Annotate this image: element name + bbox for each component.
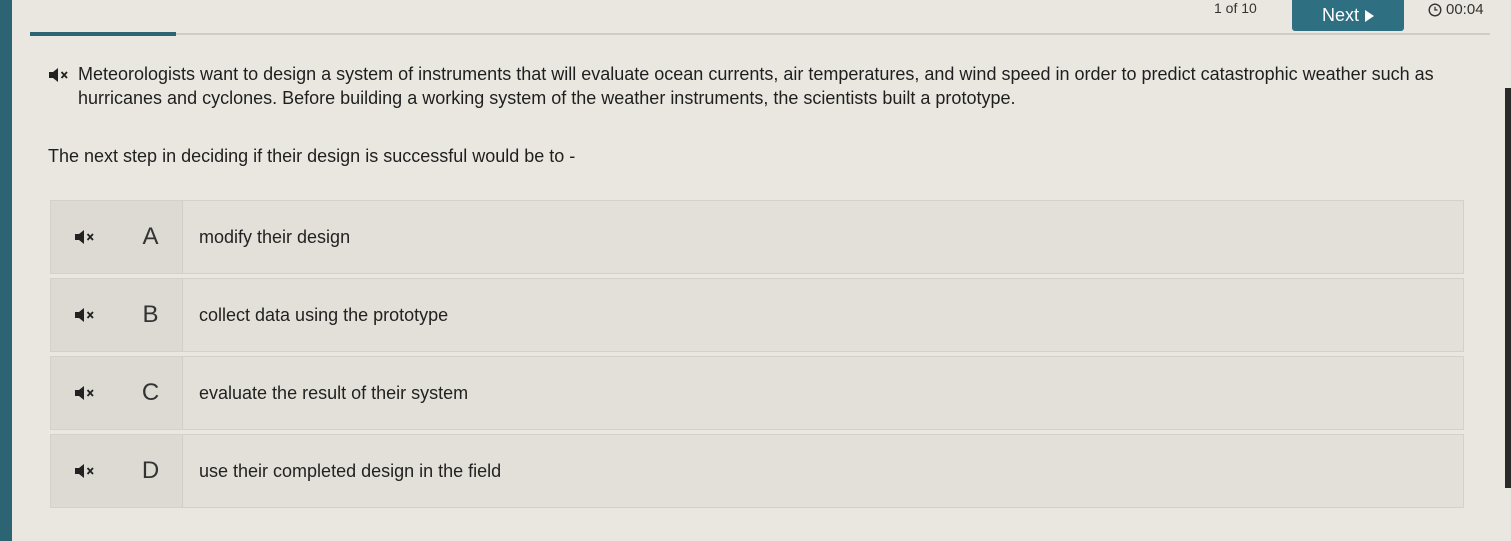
answer-speaker-cell[interactable] bbox=[51, 279, 119, 351]
right-edge-stripe bbox=[1505, 88, 1511, 488]
top-bar: 1 of 10 Next 00:04 bbox=[0, 0, 1511, 40]
answer-list: A modify their design B collect data usi… bbox=[50, 200, 1464, 512]
play-triangle-icon bbox=[1365, 9, 1374, 22]
speaker-muted-icon[interactable] bbox=[74, 307, 96, 323]
timer: 00:04 bbox=[1428, 1, 1484, 18]
answer-option-c[interactable]: C evaluate the result of their system bbox=[50, 356, 1464, 430]
speaker-muted-icon[interactable] bbox=[74, 463, 96, 479]
question-text: Meteorologists want to design a system o… bbox=[78, 64, 1434, 108]
answer-text: evaluate the result of their system bbox=[199, 382, 469, 403]
answer-text: use their completed design in the field bbox=[199, 460, 502, 481]
next-button-label: Next bbox=[1321, 5, 1359, 25]
answer-speaker-cell[interactable] bbox=[51, 435, 119, 507]
answer-option-a[interactable]: A modify their design bbox=[50, 200, 1464, 274]
left-edge-stripe bbox=[0, 0, 12, 541]
speaker-muted-icon[interactable] bbox=[74, 229, 96, 245]
speaker-muted-icon[interactable] bbox=[74, 385, 96, 401]
answer-letter: B bbox=[119, 279, 183, 351]
answer-letter: A bbox=[119, 201, 183, 273]
answer-speaker-cell[interactable] bbox=[51, 201, 119, 273]
answer-text: modify their design bbox=[199, 226, 351, 247]
speaker-muted-icon[interactable] bbox=[48, 67, 70, 83]
clock-icon bbox=[1428, 2, 1442, 17]
answer-speaker-cell[interactable] bbox=[51, 357, 119, 429]
answer-letter: C bbox=[119, 357, 183, 429]
answer-text: collect data using the prototype bbox=[199, 304, 449, 325]
timer-value: 00:04 bbox=[1446, 1, 1484, 18]
question-counter: 1 of 10 bbox=[1214, 0, 1257, 16]
question-prompt: The next step in deciding if their desig… bbox=[48, 146, 576, 166]
next-button[interactable]: Next bbox=[1292, 0, 1404, 31]
answer-option-b[interactable]: B collect data using the prototype bbox=[50, 278, 1464, 352]
answer-letter: D bbox=[119, 435, 183, 507]
answer-option-d[interactable]: D use their completed design in the fiel… bbox=[50, 434, 1464, 508]
progress-fill bbox=[30, 32, 176, 36]
progress-track bbox=[30, 33, 1490, 35]
question-block: Meteorologists want to design a system o… bbox=[48, 62, 1478, 110]
